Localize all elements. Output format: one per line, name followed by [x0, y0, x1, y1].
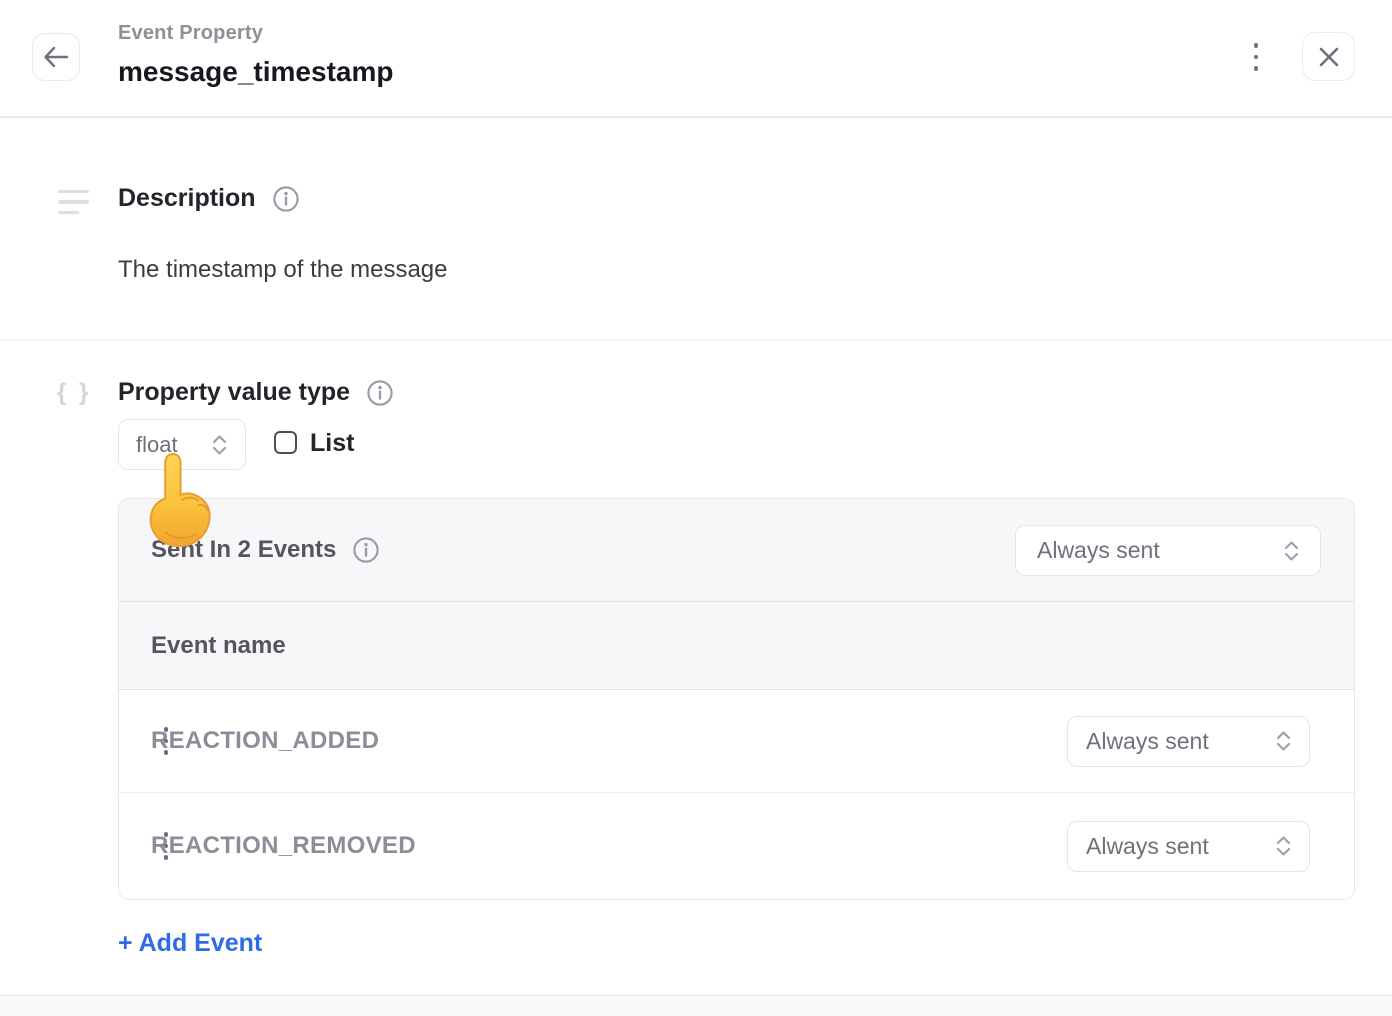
sent-in-events-card: Sent In 2 Events Always sent Event name …: [118, 498, 1355, 900]
kebab-dot: [1254, 66, 1259, 71]
event-sent-value: Always sent: [1086, 728, 1209, 755]
info-icon[interactable]: [353, 537, 379, 563]
close-button[interactable]: [1302, 32, 1355, 81]
list-checkbox[interactable]: [274, 431, 297, 454]
row-options-button[interactable]: [151, 822, 181, 870]
back-button[interactable]: [32, 33, 80, 81]
close-icon: [1318, 46, 1340, 68]
panel-header: Event Property message_timestamp: [0, 0, 1392, 118]
event-sent-dropdown[interactable]: Always sent: [1067, 716, 1310, 767]
info-icon[interactable]: [367, 380, 393, 406]
entity-type-label: Event Property: [118, 22, 263, 45]
event-name: REACTION_ADDED: [151, 727, 1067, 755]
all-events-sent-dropdown[interactable]: Always sent: [1015, 525, 1321, 576]
table-row: REACTION_ADDED Always sent: [119, 690, 1354, 793]
add-event-button[interactable]: + Add Event: [118, 929, 262, 958]
page-title: message_timestamp: [118, 56, 393, 88]
event-name-column-header: Event name: [119, 602, 1354, 690]
curly-braces-icon: { }: [57, 379, 91, 407]
chevron-up-down-icon: [1283, 540, 1300, 562]
description-text: The timestamp of the message: [118, 256, 447, 284]
section-divider: [0, 339, 1392, 341]
more-options-button[interactable]: [1241, 33, 1271, 81]
arrow-left-icon: [43, 46, 69, 68]
kebab-dot: [1254, 43, 1259, 48]
value-type-dropdown[interactable]: float: [118, 419, 246, 470]
all-events-sent-value: Always sent: [1037, 537, 1160, 564]
info-icon[interactable]: [273, 186, 299, 212]
property-value-type-heading-row: Property value type: [118, 378, 393, 407]
events-card-header: Sent In 2 Events Always sent: [119, 499, 1354, 602]
list-checkbox-label: List: [310, 429, 354, 458]
row-options-button[interactable]: [151, 717, 181, 765]
description-section-icon: [58, 190, 89, 221]
event-sent-dropdown[interactable]: Always sent: [1067, 821, 1310, 872]
footer-divider: [0, 995, 1392, 1016]
property-value-type-heading: Property value type: [118, 378, 350, 407]
kebab-dot: [1254, 55, 1259, 60]
description-heading: Description: [118, 184, 256, 213]
sent-in-events-heading: Sent In 2 Events: [151, 536, 336, 564]
chevron-up-down-icon: [1275, 835, 1292, 857]
value-type-dropdown-value: float: [136, 432, 178, 458]
chevron-up-down-icon: [211, 434, 228, 456]
event-sent-value: Always sent: [1086, 833, 1209, 860]
table-row: REACTION_REMOVED Always sent: [119, 793, 1354, 899]
event-name: REACTION_REMOVED: [151, 832, 1067, 860]
description-heading-row: Description: [118, 184, 299, 213]
chevron-up-down-icon: [1275, 730, 1292, 752]
